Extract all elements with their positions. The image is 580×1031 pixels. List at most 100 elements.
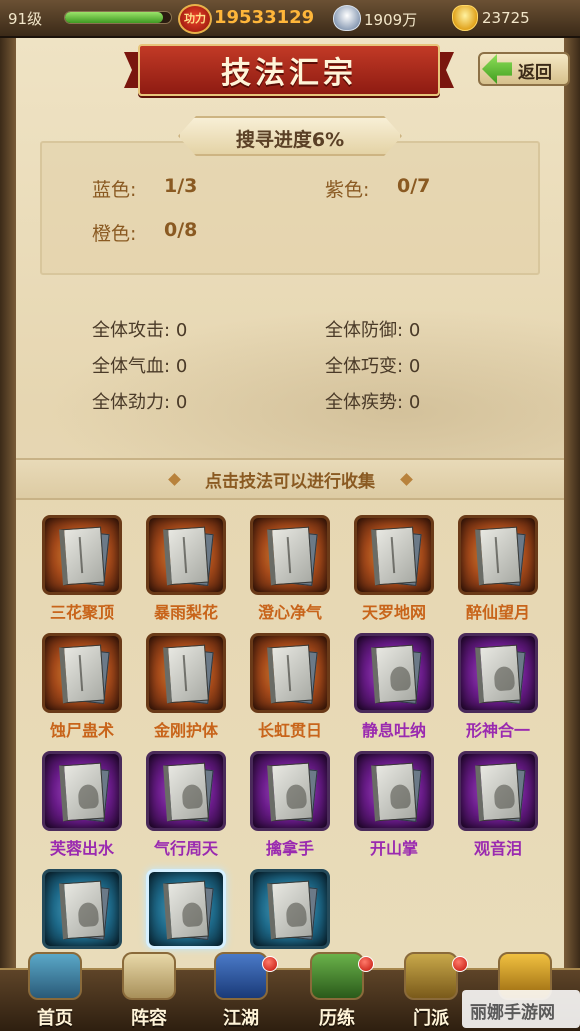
skill-book-icon	[371, 526, 417, 586]
silver-icon	[333, 5, 361, 31]
sect-icon[interactable]	[404, 952, 458, 1000]
skill-card[interactable]: 形神合一	[458, 633, 540, 741]
nav-label[interactable]: 首页	[14, 1004, 96, 1030]
skill-tile[interactable]	[354, 751, 434, 831]
skill-tile[interactable]	[354, 633, 434, 713]
skill-tile[interactable]	[42, 515, 122, 595]
skill-name: 暴雨梨花	[153, 603, 218, 622]
skill-card[interactable]: 擒拿手	[250, 751, 332, 859]
nav-label[interactable]: 阵容	[108, 1004, 190, 1030]
exp-bar	[64, 11, 172, 24]
notification-dot-icon	[262, 956, 278, 972]
silver-value: 1909万	[364, 11, 418, 29]
skill-name: 天罗地网	[361, 603, 426, 622]
formation-icon[interactable]	[122, 952, 176, 1000]
skill-card[interactable]: 三花聚顶	[42, 515, 124, 623]
purple-count: 0/7	[397, 175, 431, 197]
skill-name: 观音泪	[473, 839, 522, 858]
skill-book-icon	[59, 762, 105, 822]
training-icon[interactable]	[310, 952, 364, 1000]
skill-card[interactable]: 开山掌	[354, 751, 436, 859]
nav-label[interactable]: 江湖	[200, 1004, 282, 1030]
skill-tile[interactable]	[42, 751, 122, 831]
skill-book-icon	[59, 644, 105, 704]
skill-tile[interactable]	[146, 633, 226, 713]
back-button-label[interactable]: 返回	[518, 58, 552, 83]
skill-tile[interactable]	[250, 633, 330, 713]
skill-book-icon	[267, 762, 313, 822]
attr-attack-value: 0	[175, 320, 188, 341]
attr-defense-value: 0	[408, 320, 421, 341]
gold-value: 23725	[482, 9, 530, 27]
skill-card[interactable]: 芙蓉出水	[42, 751, 124, 859]
skill-book-icon	[163, 762, 209, 822]
nav-label[interactable]: 门派	[390, 1004, 472, 1030]
skill-card[interactable]: 天罗地网	[354, 515, 436, 623]
power-icon: 功力	[178, 4, 212, 34]
skill-tile[interactable]	[250, 869, 330, 949]
skill-card[interactable]: 气行周天	[146, 751, 228, 859]
player-level: 91级	[8, 10, 43, 28]
skill-tile[interactable]	[146, 751, 226, 831]
skill-tile[interactable]	[458, 751, 538, 831]
skill-card[interactable]: 静息吐纳	[354, 633, 436, 741]
page-title: 技法汇宗	[221, 56, 357, 91]
skill-book-icon	[475, 526, 521, 586]
skill-tile[interactable]	[250, 751, 330, 831]
nav-item[interactable]: 首页	[14, 952, 96, 1031]
nav-item[interactable]: 阵容	[108, 952, 190, 1031]
skill-tile[interactable]	[250, 515, 330, 595]
attr-speed-label: 全体疾势:	[325, 392, 404, 413]
skill-tile[interactable]	[146, 869, 226, 949]
nav-label[interactable]: 历练	[296, 1004, 378, 1030]
nav-item[interactable]: 门派	[390, 952, 472, 1031]
skill-book-icon	[267, 644, 313, 704]
skill-book-icon	[267, 880, 313, 940]
skill-tile[interactable]	[42, 869, 122, 949]
jianghu-icon[interactable]	[214, 952, 268, 1000]
skill-tile[interactable]	[42, 633, 122, 713]
skill-book-icon	[59, 880, 105, 940]
skill-book-icon	[371, 644, 417, 704]
skill-name: 澄心净气	[257, 603, 322, 622]
skill-tile[interactable]	[458, 515, 538, 595]
attr-skill-value: 0	[408, 356, 421, 377]
home-icon[interactable]	[28, 952, 82, 1000]
skill-name: 芙蓉出水	[49, 839, 114, 858]
skill-card[interactable]: 蚀尸蛊术	[42, 633, 124, 741]
skill-book-icon	[475, 762, 521, 822]
skill-book-icon	[163, 880, 209, 940]
skill-name: 长虹贯日	[257, 721, 322, 740]
skill-name: 开山掌	[369, 839, 418, 858]
nav-item[interactable]: 历练	[296, 952, 378, 1031]
orange-label: 橙色:	[92, 223, 137, 245]
skill-card[interactable]: 金刚护体	[146, 633, 228, 741]
attr-hp-value: 0	[175, 356, 188, 377]
skill-name: 静息吐纳	[361, 721, 426, 740]
skill-card[interactable]: 澄心净气	[250, 515, 332, 623]
gold-ingot-icon	[452, 5, 478, 31]
power-value: 19533129	[214, 7, 315, 28]
skill-card[interactable]: 长虹贯日	[250, 633, 332, 741]
skill-book-icon	[371, 762, 417, 822]
skill-card[interactable]: 暴雨梨花	[146, 515, 228, 623]
skill-tile[interactable]	[458, 633, 538, 713]
attr-strength-label: 全体劲力:	[92, 392, 171, 413]
left-frame	[0, 38, 16, 968]
attr-speed: 全体疾势: 0	[325, 388, 420, 414]
attr-speed-value: 0	[408, 392, 421, 413]
skill-book-icon	[475, 644, 521, 704]
skill-card[interactable]: 醉仙望月	[458, 515, 540, 623]
skill-card[interactable]: 观音泪	[458, 751, 540, 859]
attr-attack-label: 全体攻击:	[92, 320, 171, 341]
attr-hp-label: 全体气血:	[92, 356, 171, 377]
attr-skill-label: 全体巧变:	[325, 356, 404, 377]
orange-count: 0/8	[164, 219, 198, 241]
skill-tile[interactable]	[146, 515, 226, 595]
skill-tile[interactable]	[354, 515, 434, 595]
nav-item[interactable]: 江湖	[200, 952, 282, 1031]
blue-label: 蓝色:	[92, 179, 137, 201]
notification-dot-icon	[452, 956, 468, 972]
watermark: 丽娜手游网	[470, 1003, 555, 1023]
attr-strength: 全体劲力: 0	[92, 388, 187, 414]
